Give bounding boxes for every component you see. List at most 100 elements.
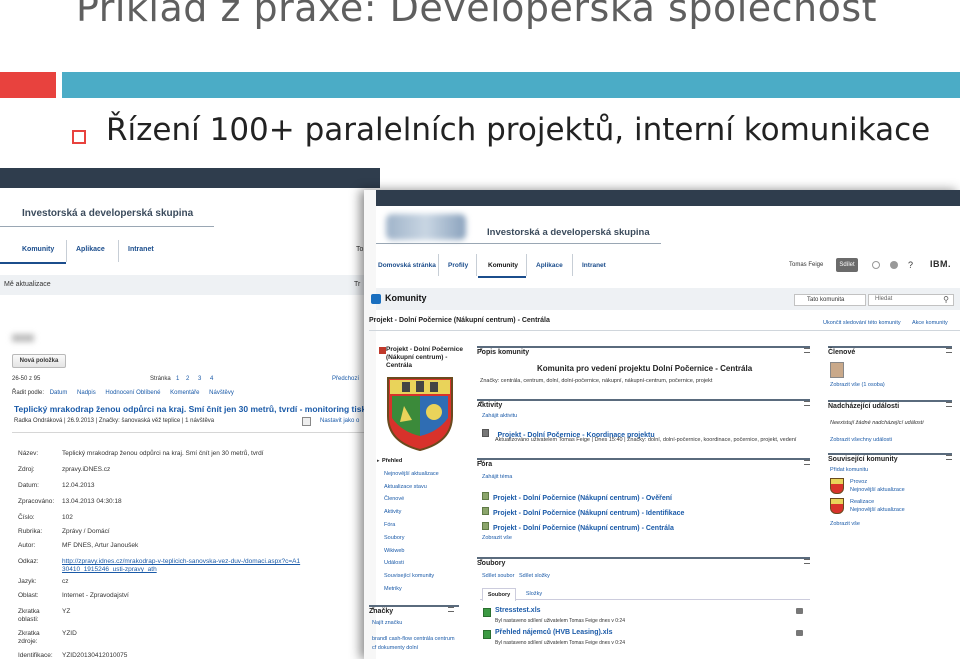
forum-title[interactable]: Projekt - Dolní Počernice (Nákupní centr… [493,510,684,517]
left-nav-item[interactable]: Události [384,560,404,566]
collapse-arrow-icon[interactable]: ▾ [480,558,483,564]
collapse-arrow-icon[interactable]: ▾ [480,459,483,465]
left-nav-item[interactable]: Související komunity [384,573,434,579]
add-community-link[interactable]: Přidat komunitu [830,467,868,473]
slide-title: Příklad z praxe: Developerská společnost [76,0,878,30]
share-file-link[interactable]: Sdílet soubor [482,573,514,579]
start-topic-link[interactable]: Zahájit téma [482,474,512,480]
tag-cloud[interactable]: brandl cash-flow centrála centrum cf dok… [372,635,458,653]
related-show-all-link[interactable]: Zobrazit vše [830,521,860,527]
left-nav-item[interactable]: Wikiweb [384,548,404,554]
file-download-icon[interactable] [796,608,803,614]
follow-icon[interactable] [302,417,311,426]
community-name: Projekt - Dolní Počernice (Nákupní centr… [386,346,463,369]
related-community-name[interactable]: Realizace [850,499,874,505]
nav-communities[interactable]: Komunity [488,262,518,269]
settings-icon[interactable] [890,261,898,269]
nav-intranet[interactable]: Intranet [128,246,154,253]
file-name[interactable]: Stresstest.xls [495,607,541,614]
page-4-link[interactable]: 4 [210,376,213,382]
file-download-icon[interactable] [796,630,803,636]
community-actions-menu[interactable]: Akce komunity [912,320,948,326]
section-menu-icon[interactable] [804,401,810,406]
left-nav-item[interactable]: Členové [384,496,404,502]
forum-row[interactable]: Projekt - Dolní Počernice (Nákupní centr… [482,517,674,535]
left-nav-item[interactable]: Nejnovější aktualizace [384,471,439,477]
field-value: zpravy.iDNES.cz [62,466,111,473]
page-3-link[interactable]: 3 [198,376,201,382]
field-value: Teplický mrakodrap ženou odpůrci na kraj… [62,450,264,457]
left-nav-item[interactable]: Aktualizace stavu [384,484,427,490]
left-nav-item[interactable]: Aktivity [384,509,401,515]
prev-page-link[interactable]: Předchozí [332,376,359,382]
user-name[interactable]: Tomas Feige [789,262,823,268]
related-community-updates-link[interactable]: Nejnovější aktualizace [850,507,905,513]
forums-show-all-link[interactable]: Zobrazit vše [482,535,512,541]
related-community-updates-link[interactable]: Nejnovější aktualizace [850,487,905,493]
nav-home[interactable]: Domovská stránka [378,262,436,269]
file-name[interactable]: Přehled nájemců (HVB Leasing).xls [495,629,612,636]
nav-applications[interactable]: Aplikace [536,262,563,269]
page-1-link[interactable]: 1 [176,376,179,382]
accent-band-blue [62,72,960,98]
sort-datum[interactable]: Datum [50,390,68,396]
section-menu-icon[interactable] [804,460,810,465]
set-as-link[interactable]: Nastavit jako o [320,418,359,424]
left-nav-item[interactable]: Soubory [384,535,405,541]
member-avatar[interactable] [830,362,844,378]
left-nav-item[interactable]: Přehled [382,458,402,464]
section-menu-icon[interactable] [946,348,952,353]
field-value: 13.04.2013 04:30:18 [62,498,122,505]
tab-folders[interactable]: Složky [520,588,548,600]
collapse-arrow-icon[interactable]: ▾ [372,606,375,612]
sort-hodnoceni[interactable]: Hodnocení Oblíbené [105,390,160,396]
page-2-link[interactable]: 2 [186,376,189,382]
related-community-name[interactable]: Provoz [850,479,867,485]
field-value: YZID20130412010075 [62,652,128,659]
sort-komentare[interactable]: Komentáře [170,390,199,396]
forum-title[interactable]: Projekt - Dolní Počernice (Nákupní centr… [493,495,672,502]
bullet-text: Řízení 100+ paralelních projektů, intern… [106,112,931,148]
nav-aplikace[interactable]: Aplikace [76,246,105,253]
share-button[interactable]: Sdílet [836,258,858,272]
field-value: Zprávy / Domácí [62,528,110,535]
tab-files[interactable]: Soubory [482,588,516,601]
section-menu-icon[interactable] [804,559,810,564]
search-scope-select[interactable]: Tato komunita [794,294,866,306]
blurred-avatar [12,334,34,342]
field-value: Internet - Zpravodajství [62,592,129,599]
left-nav-item[interactable]: Fóra [384,522,395,528]
section-menu-icon[interactable] [804,348,810,353]
article-title[interactable]: Teplický mrakodrap ženou odpůrci na kraj… [14,404,371,414]
members-show-all-link[interactable]: Zobrazit vše (1 osoba) [830,382,885,388]
sort-nadpis[interactable]: Nadpis [77,390,96,396]
question-icon[interactable]: ? [908,260,913,270]
nav-intranet[interactable]: Intranet [582,262,606,269]
help-icon[interactable] [872,261,880,269]
excel-file-icon [483,630,491,639]
sort-navstevy[interactable]: Návštěvy [209,390,234,396]
field-value[interactable]: http://zpravy.idnes.cz/mrakodrap-v-tepli… [62,558,302,574]
new-item-button[interactable]: Nová položka [12,354,66,368]
top-dark-bar [0,168,380,188]
search-icon[interactable]: ⚲ [943,295,949,304]
search-input[interactable]: Hledat ⚲ [868,294,954,306]
nav-komunity[interactable]: Komunity [22,246,54,253]
left-nav-item[interactable]: Metriky [384,586,402,592]
members-section-head: Členové [828,346,952,356]
collapse-arrow-icon[interactable]: ▾ [480,347,483,353]
share-folders-link[interactable]: Sdílet složky [519,573,550,579]
section-menu-icon[interactable] [448,607,454,612]
events-show-all-link[interactable]: Zobrazit všechny události [830,437,892,443]
section-menu-icon[interactable] [946,402,952,407]
forum-title[interactable]: Projekt - Dolní Počernice (Nákupní centr… [493,525,674,532]
field-label: Zdroj: [18,466,35,473]
nav-profiles[interactable]: Profily [448,262,468,269]
section-right-label: Tr [354,281,361,288]
section-menu-icon[interactable] [946,455,952,460]
field-value: cz [62,578,69,585]
find-tag-link[interactable]: Najít značku [372,620,402,626]
unfollow-link[interactable]: Ukončit sledování této komunity [823,320,901,326]
collapse-arrow-icon[interactable]: ▾ [480,400,483,406]
start-activity-link[interactable]: Zahájit aktivitu [482,413,517,419]
